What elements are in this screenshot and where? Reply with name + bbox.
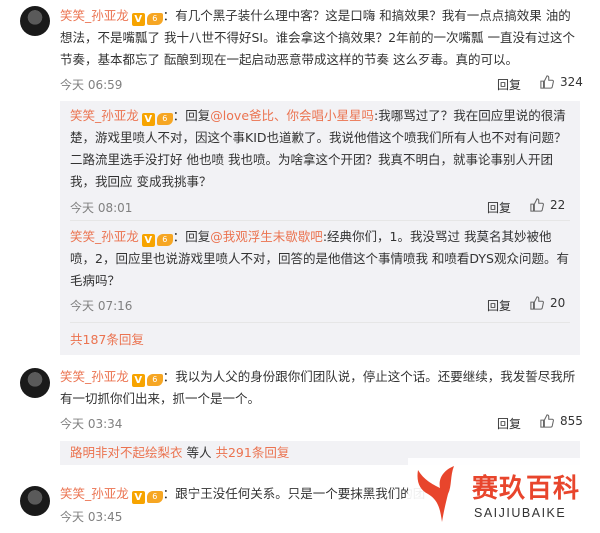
comment-text: 跟宁王没任何关系。只是一个要抹黑我们的团	[175, 486, 426, 501]
thumbs-up-icon	[540, 414, 554, 428]
username[interactable]: 笑笑_孙亚龙	[70, 229, 139, 244]
colon: ：	[162, 486, 176, 501]
username[interactable]: 笑笑_孙亚龙	[60, 369, 129, 384]
colon: ：	[172, 229, 186, 244]
level-badge-icon: 6	[146, 13, 163, 25]
like-count: 855	[560, 414, 583, 428]
thumbs-up-icon	[530, 198, 544, 212]
comment-body: 笑笑_孙亚龙 V 6 ：我以为人父的身份跟你们团队说，停止这个话。还要继续，我发誓尽我…	[60, 366, 580, 410]
verified-badge-icon: V	[141, 234, 155, 247]
mention-link[interactable]: @love爸比、你会唱小星星吗	[210, 108, 374, 123]
level-badge-icon: 6	[146, 491, 163, 503]
whale-tail-logo-icon	[417, 466, 454, 522]
verified-badge-icon: V	[141, 113, 155, 126]
timestamp: 今天 07:16	[70, 299, 133, 313]
like-button[interactable]: 855	[540, 414, 583, 428]
colon: ：	[172, 108, 186, 123]
avatar[interactable]	[20, 486, 50, 516]
reply-prefix: 回复	[185, 229, 211, 244]
divider	[70, 322, 570, 323]
mention-link[interactable]: @我观浮生未歇歇吧	[210, 229, 323, 244]
like-count: 324	[560, 75, 583, 89]
watermark: 赛玖百科 SAIJIUBAIKE	[408, 458, 600, 533]
timestamp: 今天 06:59	[60, 78, 123, 92]
like-count: 20	[550, 296, 566, 310]
thumbs-up-icon	[530, 296, 544, 310]
divider	[70, 220, 570, 221]
timestamp: 今天 08:01	[70, 201, 133, 215]
comment: 笑笑_孙亚龙 V 6 ：我以为人父的身份跟你们团队说，停止这个话。还要继续，我发誓尽我…	[0, 360, 600, 432]
timestamp: 今天 03:34	[60, 417, 123, 431]
reply-button[interactable]: 回复	[497, 76, 521, 93]
reply-count-link[interactable]: 共291条回复	[215, 445, 289, 460]
reply-button[interactable]: 回复	[487, 297, 511, 314]
reply-button[interactable]: 回复	[497, 415, 521, 432]
username[interactable]: 笑笑_孙亚龙	[70, 108, 139, 123]
username[interactable]: 笑笑_孙亚龙	[60, 8, 129, 23]
thumbs-up-icon	[540, 75, 554, 89]
verified-badge-icon: V	[131, 374, 145, 387]
like-button[interactable]: 20	[530, 296, 565, 310]
username[interactable]: 笑笑_孙亚龙	[60, 486, 129, 501]
comment: 笑笑_孙亚龙 V 6 ：有几个黑子装什么理中客？这是口嗨 和搞效果？我有一点点搞效果 …	[0, 0, 600, 96]
reply-body: 笑笑_孙亚龙 V 6 ：回复@love爸比、你会唱小星星吗:我哪骂过了？我在回应里说的…	[70, 105, 570, 193]
level-badge-icon: 6	[156, 113, 173, 125]
comment-body: 笑笑_孙亚龙 V 6 ：有几个黑子装什么理中客？这是口嗨 和搞效果？我有一点点搞效果 …	[60, 5, 580, 71]
like-count: 22	[550, 198, 566, 212]
like-button[interactable]: 22	[530, 198, 565, 212]
watermark-sub: SAIJIUBAIKE	[474, 506, 567, 520]
reply-body: 笑笑_孙亚龙 V 6 ：回复@我观浮生未歇歇吧:经典你们，1。我没骂过 我莫名其妙被他…	[70, 226, 570, 292]
reply-summary-text: 等人	[182, 445, 216, 460]
reply-box: 笑笑_孙亚龙 V 6 ：回复@love爸比、你会唱小星星吗:我哪骂过了？我在回应里说的…	[60, 101, 580, 355]
colon: ：	[162, 369, 176, 384]
colon: ：	[162, 8, 176, 23]
level-badge-icon: 6	[156, 234, 173, 246]
reply-prefix: 回复	[185, 108, 211, 123]
verified-badge-icon: V	[131, 491, 145, 504]
like-button[interactable]: 324	[540, 75, 583, 89]
avatar[interactable]	[20, 368, 50, 398]
avatar[interactable]	[20, 6, 50, 36]
reply-users-link[interactable]: 路明非对不起绘梨衣	[70, 445, 183, 460]
more-replies-link[interactable]: 共187条回复	[70, 329, 144, 348]
watermark-brand: 赛玖百科	[472, 474, 581, 504]
reply-button[interactable]: 回复	[487, 199, 511, 216]
timestamp: 今天 03:45	[60, 510, 123, 524]
level-badge-icon: 6	[146, 374, 163, 386]
verified-badge-icon: V	[131, 13, 145, 26]
